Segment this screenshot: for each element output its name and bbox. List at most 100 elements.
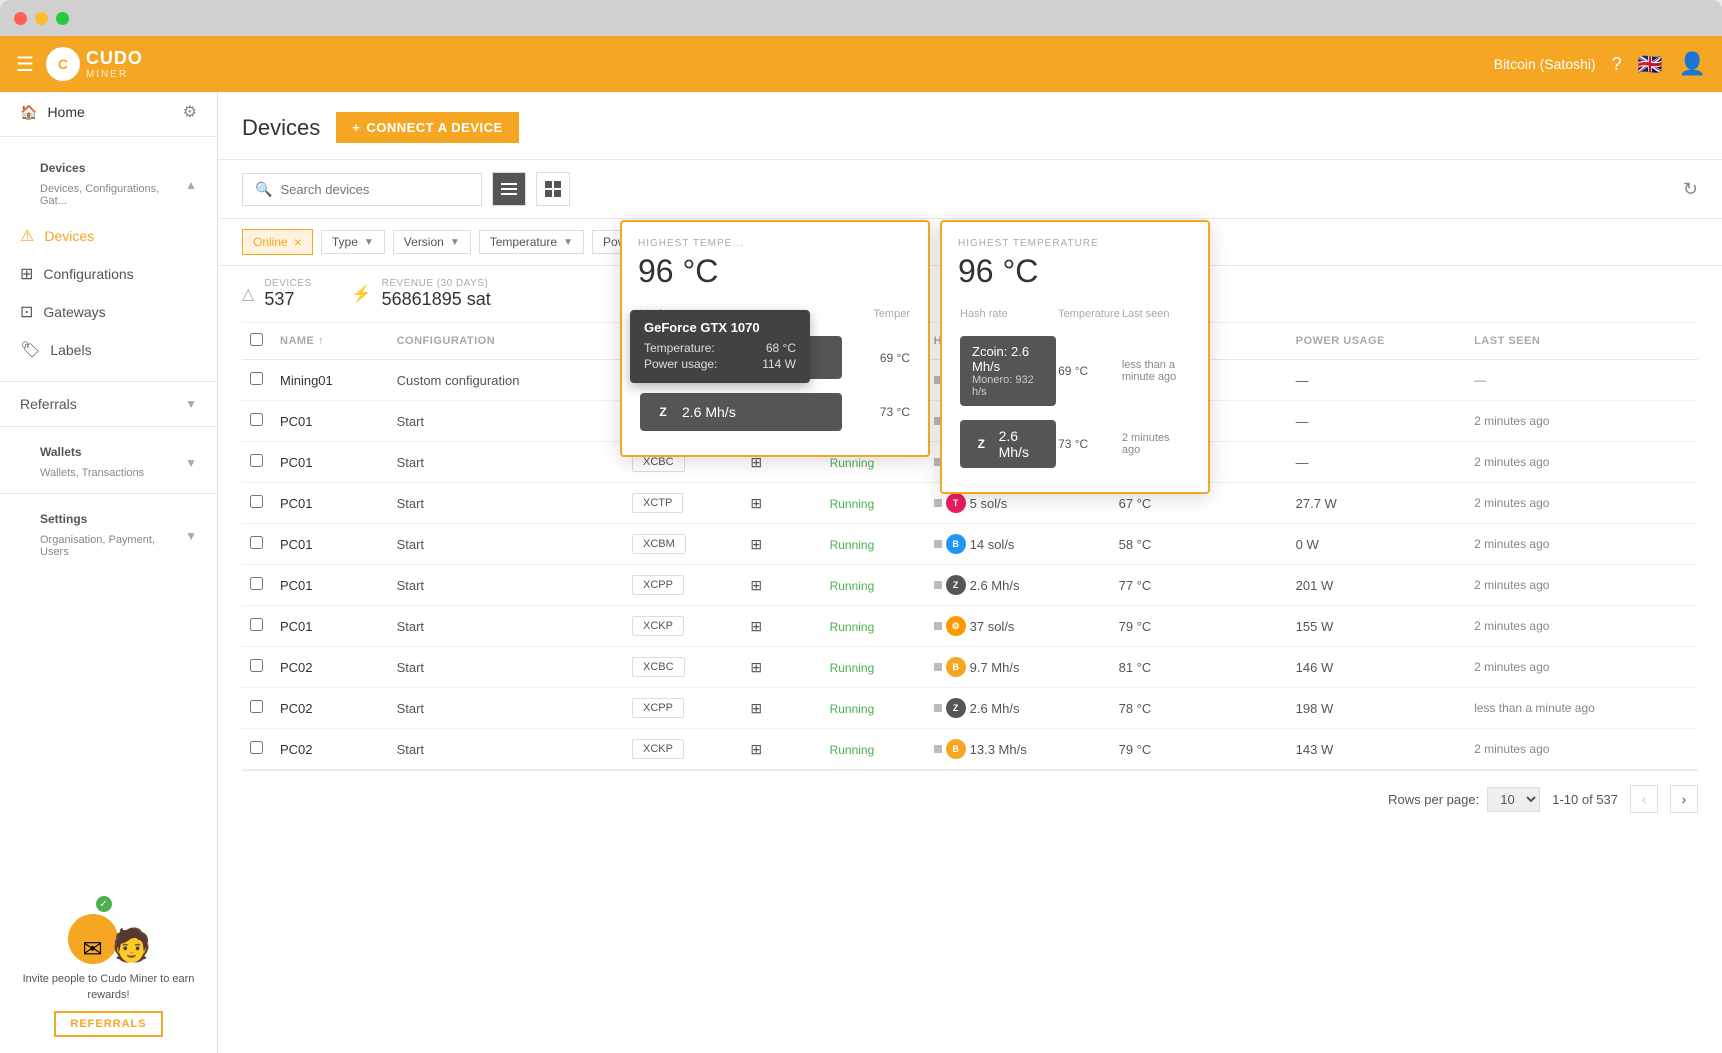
devices-group-collapse-icon[interactable]: ▲ — [185, 178, 197, 192]
sidebar-item-home[interactable]: 🏠 Home ⚙ — [0, 92, 217, 132]
minimize-window-btn[interactable] — [35, 12, 48, 25]
language-flag-icon[interactable]: 🇬🇧 — [1638, 52, 1663, 77]
cell-last-seen: 2 minutes ago — [1466, 647, 1698, 688]
toolbar: 🔍 ↻ — [218, 160, 1722, 219]
filter-temperature[interactable]: Temperature ▼ — [479, 230, 584, 254]
rows-per-page: Rows per page: 10 25 50 — [1388, 787, 1540, 812]
cell-hashrate: B 9.7 Mh/s — [926, 647, 1111, 688]
sidebar-group-devices[interactable]: Devices Devices, Configurations, Gat... … — [0, 149, 217, 217]
temperature-card-right: HIGHEST TEMPERATURE 96 °C Hash rate Temp… — [940, 220, 1210, 494]
row-checkbox[interactable] — [250, 700, 263, 713]
cell-power: 155 W — [1288, 606, 1466, 647]
user-menu-icon[interactable]: 👤 — [1679, 51, 1706, 77]
cell-name: PC01 — [272, 442, 389, 483]
filter-type[interactable]: Type ▼ — [321, 230, 385, 254]
refresh-button[interactable]: ↻ — [1683, 179, 1698, 199]
row-checkbox[interactable] — [250, 413, 263, 426]
row-checkbox[interactable] — [250, 741, 263, 754]
card-r-last-seen-1: less than a minute ago — [1122, 330, 1190, 412]
tooltip-title: GeForce GTX 1070 — [644, 320, 796, 335]
referrals-label: Referrals — [20, 396, 77, 412]
cell-config: Start — [389, 606, 624, 647]
sidebar-group-settings[interactable]: Settings Organisation, Payment, Users ▼ — [0, 498, 217, 568]
col-name: Name ↑ — [272, 323, 389, 360]
cell-temp: 58 °C — [1111, 524, 1288, 565]
sidebar-item-referrals[interactable]: Referrals ▼ — [0, 386, 217, 422]
page-header: Devices + CONNECT A DEVICE — [218, 92, 1722, 160]
card-r-hash-line2: Monero: 932 h/s — [972, 374, 1044, 398]
list-view-button[interactable] — [492, 172, 526, 206]
cell-last-seen: 2 minutes ago — [1466, 524, 1698, 565]
search-icon: 🔍 — [255, 181, 272, 198]
revenue-stat-icon: ⚡ — [352, 284, 372, 304]
cell-label: XCPP — [624, 565, 742, 606]
settings-gear-icon[interactable]: ⚙ — [183, 102, 197, 122]
online-filter-close-icon[interactable]: × — [294, 234, 302, 250]
maximize-window-btn[interactable] — [56, 12, 69, 25]
cell-last-seen: less than a minute ago — [1466, 688, 1698, 729]
referrals-button[interactable]: REFERRALS — [54, 1011, 162, 1037]
cell-last-seen: 2 minutes ago — [1466, 401, 1698, 442]
row-checkbox[interactable] — [250, 659, 263, 672]
card-r-hash-main: Z 2.6 Mh/s — [960, 420, 1056, 468]
devices-stat-value: 537 — [264, 289, 311, 310]
row-checkbox[interactable] — [250, 495, 263, 508]
cell-status: Running — [822, 606, 926, 647]
cell-hashrate: B 14 sol/s — [926, 524, 1111, 565]
os-icon: ⊞ — [750, 659, 762, 675]
cell-config: Start — [389, 401, 624, 442]
search-input[interactable] — [280, 182, 469, 197]
sidebar-devices-label: Devices — [44, 228, 94, 244]
cell-config: Start — [389, 688, 624, 729]
select-all-checkbox[interactable] — [250, 333, 263, 346]
currency-display[interactable]: Bitcoin (Satoshi) — [1494, 56, 1596, 72]
card-col-temp: Temper — [844, 308, 910, 328]
cell-power: 0 W — [1288, 524, 1466, 565]
rows-per-page-select[interactable]: 10 25 50 — [1487, 787, 1540, 812]
sidebar-item-gateways[interactable]: ⊡ Gateways — [0, 293, 217, 331]
filter-online[interactable]: Online × — [242, 229, 313, 255]
configurations-icon: ⊞ — [20, 264, 33, 284]
help-icon[interactable]: ? — [1612, 54, 1622, 75]
sidebar: 🏠 Home ⚙ Devices Devices, Configurations… — [0, 92, 218, 1053]
logo-sub: MINER — [86, 69, 143, 80]
card-r-temp-2: 73 °C — [1058, 414, 1120, 474]
cell-hashrate: ⚙ 37 sol/s — [926, 606, 1111, 647]
os-icon: ⊞ — [750, 618, 762, 634]
next-page-button[interactable]: › — [1670, 785, 1698, 813]
row-checkbox[interactable] — [250, 372, 263, 385]
os-icon: ⊞ — [750, 577, 762, 593]
table-row: PC02 Start XCKP ⊞ Running B 13.3 Mh/s 79… — [242, 729, 1698, 770]
close-window-btn[interactable] — [14, 12, 27, 25]
filter-version[interactable]: Version ▼ — [393, 230, 471, 254]
row-checkbox[interactable] — [250, 454, 263, 467]
revenue-stat-label: REVENUE (30 DAYS) — [382, 278, 491, 289]
revenue-stat-value: 56861895 sat — [382, 289, 491, 310]
type-filter-arrow-icon: ▼ — [364, 237, 374, 248]
grid-view-button[interactable] — [536, 172, 570, 206]
card-r-col-temp: Temperature — [1058, 308, 1120, 328]
connect-device-button[interactable]: + CONNECT A DEVICE — [336, 112, 518, 143]
sidebar-item-labels[interactable]: 🏷 Labels — [0, 331, 217, 369]
plus-icon: + — [352, 120, 360, 135]
hamburger-menu-icon[interactable]: ☰ — [16, 52, 34, 77]
coin-icon: B — [946, 657, 966, 677]
card-right-hash-box: Zcoin: 2.6 Mh/s Monero: 932 h/s — [960, 336, 1056, 406]
logo-text: CUDO — [86, 48, 143, 68]
card-left-temp: 96 °C — [638, 253, 912, 290]
version-filter-arrow-icon: ▼ — [450, 237, 460, 248]
sidebar-item-configurations[interactable]: ⊞ Configurations — [0, 255, 217, 293]
cell-name: PC01 — [272, 483, 389, 524]
row-checkbox[interactable] — [250, 577, 263, 590]
row-checkbox[interactable] — [250, 536, 263, 549]
prev-page-button[interactable]: ‹ — [1630, 785, 1658, 813]
sidebar-group-wallets[interactable]: Wallets Wallets, Transactions ▼ — [0, 431, 217, 489]
row-checkbox[interactable] — [250, 618, 263, 631]
sidebar-item-devices[interactable]: ⚠ Devices — [0, 217, 217, 255]
type-filter-label: Type — [332, 235, 358, 249]
settings-expand-icon: ▼ — [185, 529, 197, 543]
cell-power: 198 W — [1288, 688, 1466, 729]
cell-hashrate: B 13.3 Mh/s — [926, 729, 1111, 770]
table-row: PC01 Start XCPP ⊞ Running Z 2.6 Mh/s 77 … — [242, 565, 1698, 606]
wallets-group-label: Wallets — [20, 439, 164, 465]
